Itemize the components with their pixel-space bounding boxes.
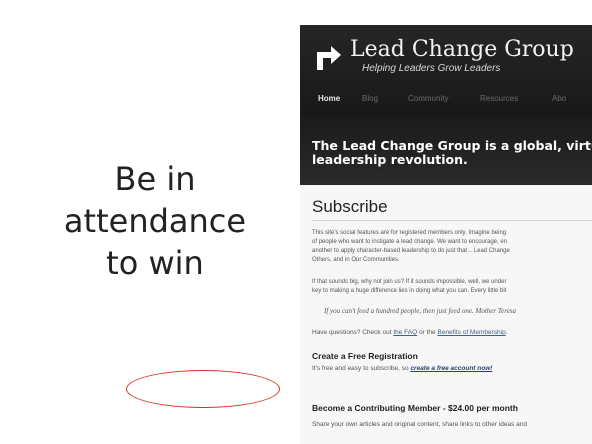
text-fragment: or the xyxy=(417,329,438,336)
free-registration-heading: Create a Free Registration xyxy=(312,351,418,361)
logo-arrow-icon xyxy=(317,46,341,70)
intro-paragraph: This site's social features are for regi… xyxy=(312,229,592,265)
nav-about[interactable]: Abo xyxy=(552,93,566,105)
text-line: of people who want to instigate a lead c… xyxy=(312,239,508,245)
nav-community[interactable]: Community xyxy=(408,93,448,105)
slide-caption: Be in attendance to win xyxy=(40,158,270,284)
caption-line: Be in xyxy=(114,160,196,198)
site-tagline: Helping Leaders Grow Leaders xyxy=(362,63,501,74)
presentation-slide: Be in attendance to win Lead Change Grou… xyxy=(0,0,592,444)
site-brand[interactable]: Lead Change Group xyxy=(350,37,574,62)
site-nav: Home Blog Community Resources Abo xyxy=(300,93,592,109)
heading-divider xyxy=(312,220,592,221)
quote-text: If you can't feed a hundred people, then… xyxy=(324,307,517,315)
caption-line: to win xyxy=(106,244,204,282)
text-fragment: It's free and easy to subscribe, so xyxy=(312,365,411,372)
create-account-link[interactable]: create a free account now! xyxy=(410,365,492,372)
free-registration-text: It's free and easy to subscribe, so crea… xyxy=(312,365,492,372)
member-text: Share your own articles and original con… xyxy=(312,421,527,428)
text-line: This site's social features are for regi… xyxy=(312,230,507,236)
subscribe-content: Subscribe This site's social features ar… xyxy=(300,185,592,444)
text-fragment: Have questions? Check out xyxy=(312,329,394,336)
text-line: Others, and in Our Communities. xyxy=(312,257,400,263)
text-line: If that sounds big, why not join us? If … xyxy=(312,279,507,285)
benefits-link[interactable]: Benefits of Membership xyxy=(437,329,505,336)
banner-line: leadership revolution. xyxy=(312,152,468,167)
questions-text: Have questions? Check out the FAQ or the… xyxy=(312,329,508,336)
member-heading[interactable]: Become a Contributing Member - $24.00 pe… xyxy=(312,403,518,413)
site-banner: The Lead Change Group is a global, virtu… xyxy=(300,117,592,185)
text-fragment: . xyxy=(505,329,508,336)
caption-line: attendance xyxy=(63,202,247,240)
faq-link[interactable]: the FAQ xyxy=(393,329,417,336)
nav-home[interactable]: Home xyxy=(318,93,340,105)
website-screenshot: Lead Change Group Helping Leaders Grow L… xyxy=(300,25,592,444)
site-header: Lead Change Group Helping Leaders Grow L… xyxy=(300,25,592,117)
banner-line: The Lead Change Group is a global, virtu xyxy=(312,138,592,153)
text-line: another to apply character-based leaders… xyxy=(312,248,510,254)
nav-resources[interactable]: Resources xyxy=(480,93,518,105)
text-line: key to making a huge difference lies in … xyxy=(312,288,507,294)
subscribe-heading: Subscribe xyxy=(312,197,388,216)
banner-text: The Lead Change Group is a global, virtu… xyxy=(312,139,592,167)
highlight-circle xyxy=(126,370,280,408)
second-paragraph: If that sounds big, why not join us? If … xyxy=(312,278,592,296)
nav-blog[interactable]: Blog xyxy=(362,93,378,105)
